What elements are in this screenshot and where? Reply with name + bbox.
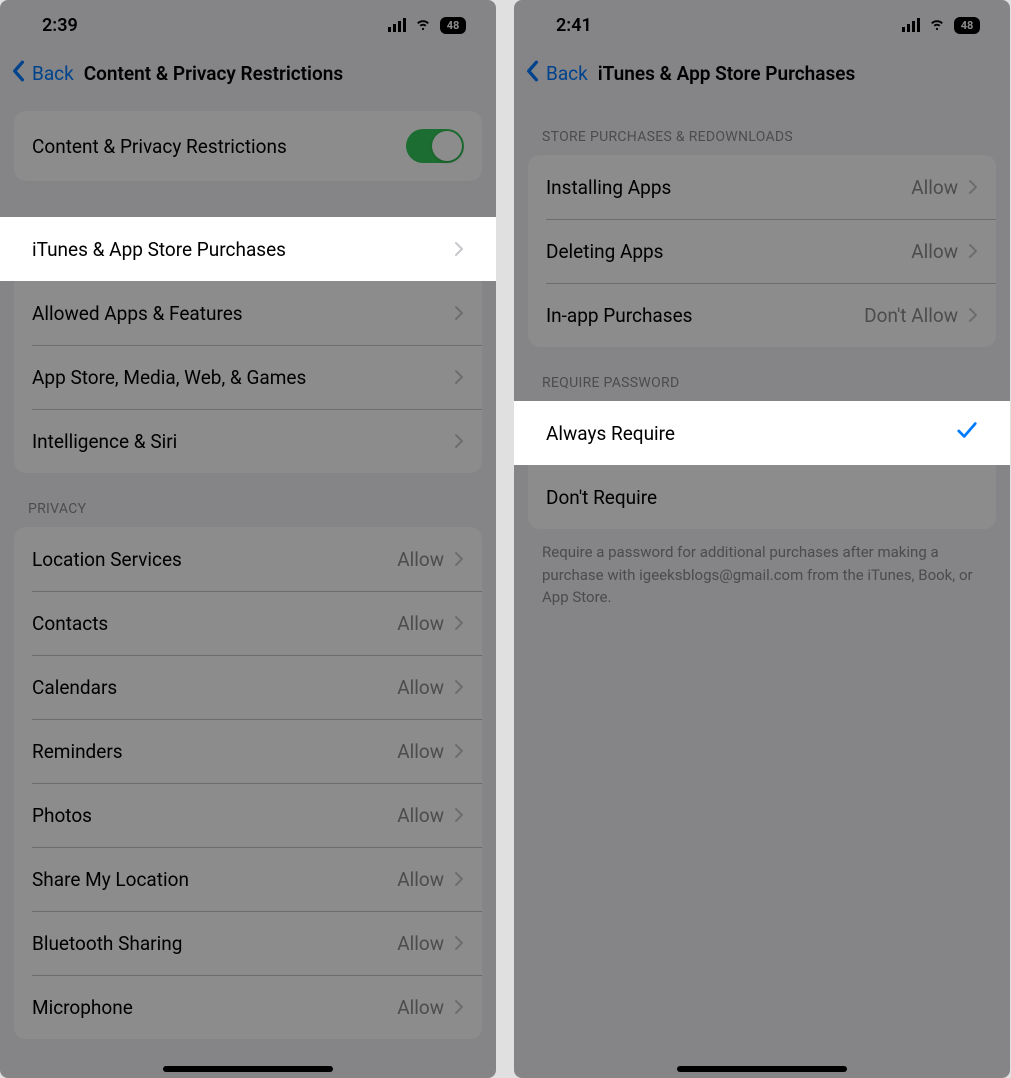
row-value: Allow [911,240,958,263]
page-title: Content & Privacy Restrictions [84,62,343,85]
status-right: 48 [388,14,466,37]
row-label: Intelligence & Siri [32,430,177,453]
home-indicator[interactable] [163,1066,333,1072]
cellular-signal-icon [388,18,406,32]
row-label: In-app Purchases [546,304,692,327]
row-label: Allowed Apps & Features [32,302,243,325]
row-value: Don't Allow [864,304,958,327]
back-chevron-icon[interactable] [10,60,26,87]
status-bar: 2:39 48 [0,0,496,50]
toggle-group: Content & Privacy Restrictions [14,111,482,181]
status-time: 2:41 [556,15,592,36]
require-password-footer: Require a password for additional purcha… [514,529,1010,609]
row-value: Allow [911,176,958,199]
content-group-rest: Allowed Apps & Features App Store, Media… [14,281,482,473]
wifi-icon [414,14,432,37]
checkmark-icon [956,420,978,446]
back-button[interactable]: Back [32,62,74,85]
row-label: iTunes & App Store Purchases [32,238,286,261]
chevron-right-icon [454,305,464,321]
row-label: Always Require [546,422,675,445]
nav-header: Back Content & Privacy Restrictions [0,50,496,101]
always-require-row[interactable]: Always Require [528,401,996,465]
chevron-right-icon [968,307,978,323]
nav-header: Back iTunes & App Store Purchases [514,50,1010,101]
row-value: Allow [397,996,444,1019]
installing-apps-row[interactable]: Installing Apps Allow [528,155,996,219]
always-require-highlight: Always Require [514,401,1010,465]
row-label: Don't Require [546,486,657,509]
chevron-right-icon [454,807,464,823]
allowed-apps-row[interactable]: Allowed Apps & Features [14,281,482,345]
row-value: Allow [397,676,444,699]
app-store-media-row[interactable]: App Store, Media, Web, & Games [14,345,482,409]
require-password-header: Require Password [514,347,1010,401]
row-value: Allow [397,868,444,891]
deleting-apps-row[interactable]: Deleting Apps Allow [528,219,996,283]
share-my-location-row[interactable]: Share My Location Allow [14,847,482,911]
row-label: Bluetooth Sharing [32,932,182,955]
battery-badge: 48 [440,17,466,34]
row-value: Allow [397,932,444,955]
row-label: Share My Location [32,868,189,891]
dont-require-row[interactable]: Don't Require [528,465,996,529]
toggle-switch-on[interactable] [406,129,464,163]
battery-badge: 48 [954,17,980,34]
chevron-right-icon [454,935,464,951]
row-label: Content & Privacy Restrictions [32,135,287,158]
cellular-signal-icon [902,18,920,32]
chevron-right-icon [454,615,464,631]
chevron-right-icon [454,433,464,449]
row-value: Allow [397,740,444,763]
intelligence-siri-row[interactable]: Intelligence & Siri [14,409,482,473]
photos-row[interactable]: Photos Allow [14,783,482,847]
status-time: 2:39 [42,15,78,36]
phone-right: 2:41 48 Back iTunes & App Store Purchase… [514,0,1010,1078]
privacy-group: Location Services Allow Contacts Allow C… [14,527,482,1039]
chevron-right-icon [454,871,464,887]
page-title: iTunes & App Store Purchases [598,62,855,85]
microphone-row[interactable]: Microphone Allow [14,975,482,1039]
content-privacy-toggle-row[interactable]: Content & Privacy Restrictions [14,111,482,181]
row-value: Allow [397,612,444,635]
in-app-purchases-row[interactable]: In-app Purchases Don't Allow [528,283,996,347]
chevron-right-icon [454,369,464,385]
row-label: Photos [32,804,92,827]
itunes-app-store-purchases-row[interactable]: iTunes & App Store Purchases [14,217,482,281]
itunes-app-store-row-highlight: iTunes & App Store Purchases [0,217,496,281]
status-bar: 2:41 48 [514,0,1010,50]
back-button[interactable]: Back [546,62,588,85]
row-label: Reminders [32,740,123,763]
chevron-right-icon [968,243,978,259]
store-section-header: Store Purchases & Redownloads [514,101,1010,155]
store-group: Installing Apps Allow Deleting Apps Allo… [528,155,996,347]
chevron-right-icon [968,179,978,195]
back-chevron-icon[interactable] [524,60,540,87]
chevron-right-icon [454,551,464,567]
row-label: Calendars [32,676,117,699]
location-services-row[interactable]: Location Services Allow [14,527,482,591]
row-label: Location Services [32,548,182,571]
calendars-row[interactable]: Calendars Allow [14,655,482,719]
row-label: Contacts [32,612,108,635]
row-label: App Store, Media, Web, & Games [32,366,306,389]
home-indicator[interactable] [677,1066,847,1072]
chevron-right-icon [454,999,464,1015]
row-label: Microphone [32,996,133,1019]
status-right: 48 [902,14,980,37]
phone-left: 2:39 48 Back Content & Privacy Restricti… [0,0,496,1078]
bluetooth-sharing-row[interactable]: Bluetooth Sharing Allow [14,911,482,975]
contacts-row[interactable]: Contacts Allow [14,591,482,655]
wifi-icon [928,14,946,37]
chevron-right-icon [454,679,464,695]
chevron-right-icon [454,241,464,257]
privacy-section-header: Privacy [0,473,496,527]
row-label: Installing Apps [546,176,671,199]
chevron-right-icon [454,743,464,759]
require-group-rest: Don't Require [528,465,996,529]
row-value: Allow [397,548,444,571]
row-value: Allow [397,804,444,827]
reminders-row[interactable]: Reminders Allow [14,719,482,783]
row-label: Deleting Apps [546,240,664,263]
